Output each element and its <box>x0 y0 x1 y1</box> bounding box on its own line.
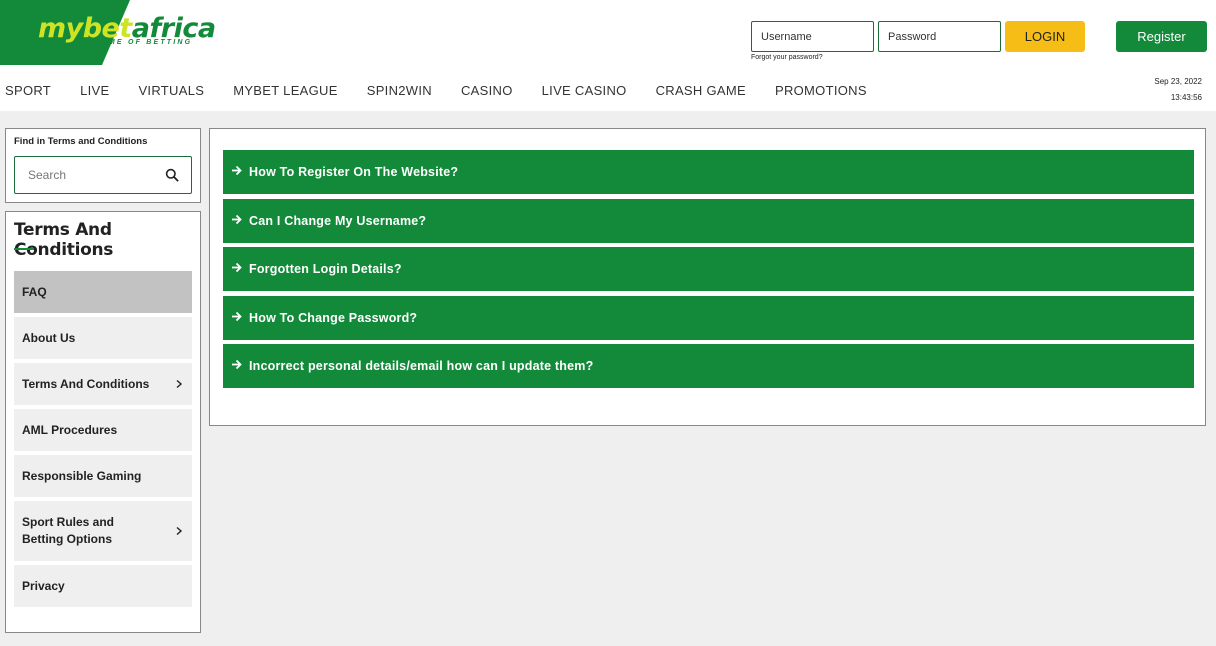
sidebar-item-label: FAQ <box>22 284 47 299</box>
nav-item-live[interactable]: LIVE <box>80 83 109 99</box>
faq-question[interactable]: Incorrect personal details/email how can… <box>223 344 1194 388</box>
arrow-right-icon <box>232 359 242 370</box>
search-panel: Find in Terms and Conditions Search <box>5 128 201 203</box>
nav-item-sport[interactable]: SPORT <box>5 83 51 99</box>
nav-item-mybet-league[interactable]: MYBET LEAGUE <box>233 83 338 99</box>
nav-item-live-casino[interactable]: LIVE CASINO <box>542 83 627 99</box>
arrow-right-icon <box>232 262 242 273</box>
faq-question-text: Can I Change My Username? <box>249 214 427 228</box>
chevron-right-icon <box>176 526 183 536</box>
sidebar: Terms And Conditions FAQ About Us Terms … <box>5 211 201 633</box>
sidebar-item-label: AML Procedures <box>22 422 118 437</box>
nav-item-virtuals[interactable]: VIRTUALS <box>138 83 204 99</box>
title-underline <box>14 248 34 250</box>
faq-question-text: How To Register On The Website? <box>249 165 459 179</box>
register-button[interactable]: Register <box>1116 21 1207 52</box>
date-time: Sep 23, 2022 13:43:56 <box>1154 74 1202 106</box>
sidebar-title: Terms And Conditions <box>14 220 114 260</box>
login-button[interactable]: LOGIN <box>1005 21 1085 52</box>
current-time: 13:43:56 <box>1170 93 1202 102</box>
faq-question[interactable]: Can I Change My Username? <box>223 199 1194 243</box>
search-placeholder: Search <box>28 168 67 182</box>
sidebar-item-faq[interactable]: FAQ <box>14 271 192 313</box>
chevron-right-icon <box>176 379 183 389</box>
search-icon[interactable] <box>165 168 179 182</box>
faq-question-text: Incorrect personal details/email how can… <box>249 359 594 373</box>
nav-item-casino[interactable]: CASINO <box>461 83 513 99</box>
faq-question-text: Forgotten Login Details? <box>249 262 402 276</box>
site-header: mybetafrica HOME OF BETTING Forgot your … <box>0 0 1216 111</box>
forgot-password-link[interactable]: Forgot your password? <box>751 54 823 61</box>
faq-question-text: How To Change Password? <box>249 311 418 325</box>
sidebar-item-sport-rules[interactable]: Sport Rules and Betting Options <box>14 501 192 561</box>
main-nav: SPORT LIVE VIRTUALS MYBET LEAGUE SPIN2WI… <box>5 83 896 99</box>
sidebar-item-privacy[interactable]: Privacy <box>14 565 192 607</box>
nav-item-spin2win[interactable]: SPIN2WIN <box>367 83 432 99</box>
sidebar-item-aml-procedures[interactable]: AML Procedures <box>14 409 192 451</box>
current-date: Sep 23, 2022 <box>1154 77 1202 86</box>
sidebar-item-label: Sport Rules and Betting Options <box>22 515 115 546</box>
mybetafrica-logo[interactable]: mybetafrica HOME OF BETTING <box>38 12 216 52</box>
sidebar-item-label: About Us <box>22 330 76 345</box>
faq-question[interactable]: How To Register On The Website? <box>223 150 1194 194</box>
nav-item-promotions[interactable]: PROMOTIONS <box>775 83 867 99</box>
sidebar-item-label: Responsible Gaming <box>22 468 142 483</box>
search-panel-title: Find in Terms and Conditions <box>14 136 148 147</box>
faq-question[interactable]: Forgotten Login Details? <box>223 247 1194 291</box>
sidebar-item-terms-and-conditions[interactable]: Terms And Conditions <box>14 363 192 405</box>
arrow-right-icon <box>232 311 242 322</box>
faq-question[interactable]: How To Change Password? <box>223 296 1194 340</box>
password-input[interactable] <box>878 21 1001 52</box>
arrow-right-icon <box>232 214 242 225</box>
username-input[interactable] <box>751 21 874 52</box>
sidebar-item-label: Privacy <box>22 578 65 593</box>
logo-tagline: HOME OF BETTING <box>94 39 193 46</box>
sidebar-item-label: Terms And Conditions <box>22 376 150 391</box>
arrow-right-icon <box>232 165 242 176</box>
sidebar-item-responsible-gaming[interactable]: Responsible Gaming <box>14 455 192 497</box>
search-input[interactable]: Search <box>14 156 192 194</box>
nav-item-crash-game[interactable]: CRASH GAME <box>656 83 746 99</box>
faq-panel: How To Register On The Website? Can I Ch… <box>209 128 1206 426</box>
sidebar-item-about-us[interactable]: About Us <box>14 317 192 359</box>
